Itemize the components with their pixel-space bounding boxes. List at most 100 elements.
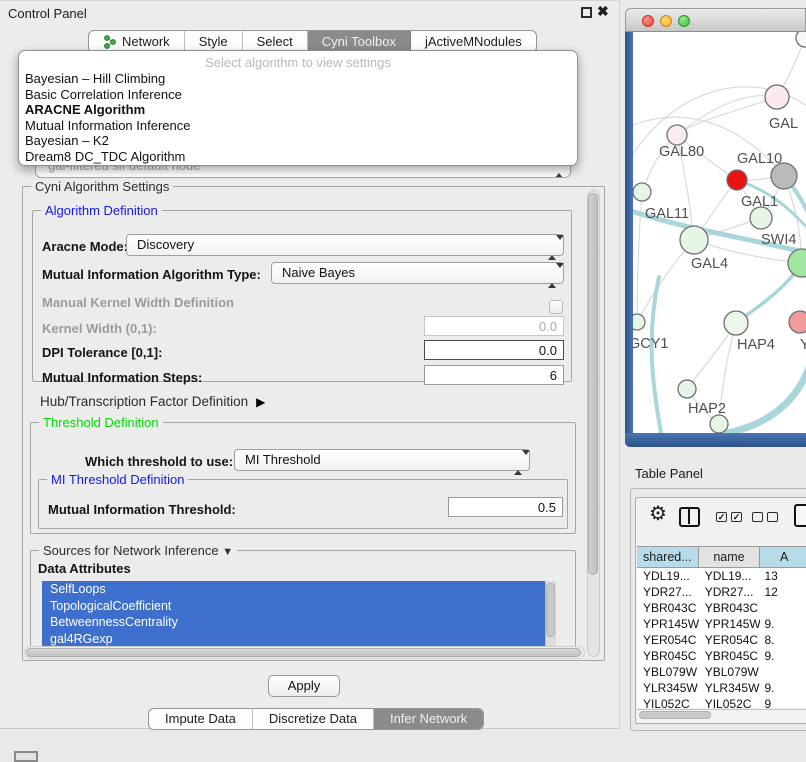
table-row[interactable]: YBR043CYBR043C bbox=[637, 600, 806, 616]
network-node[interactable] bbox=[788, 249, 806, 277]
attribute-item[interactable]: BetweennessCentrality bbox=[42, 614, 556, 631]
table-row[interactable]: YLR345WYLR345W9. bbox=[637, 680, 806, 696]
kernel-width-label: Kernel Width (0,1): bbox=[42, 321, 157, 336]
cyni-bottom-tab-bar: Impute DataDiscretize DataInfer Network bbox=[148, 708, 484, 730]
attribute-item[interactable]: SelfLoops bbox=[42, 581, 556, 598]
network-node-gal4[interactable] bbox=[680, 226, 708, 254]
manual-kernel-width-checkbox[interactable] bbox=[549, 300, 563, 314]
table-row[interactable]: YBL079WYBL079W bbox=[637, 664, 806, 680]
table-row[interactable]: YBR045CYBR045C9. bbox=[637, 648, 806, 664]
dpi-tolerance-field[interactable]: 0.0 bbox=[424, 340, 564, 360]
gear-icon[interactable]: ⚙ bbox=[649, 503, 667, 525]
table-panel: ⚙ ✓✓ shared...nameA YDL19...YDL19...13YD… bbox=[630, 488, 806, 731]
table-cell: 8. bbox=[760, 632, 806, 648]
network-icon bbox=[103, 35, 117, 49]
mac-minimize-icon[interactable] bbox=[660, 15, 672, 27]
column-header[interactable]: shared... bbox=[637, 547, 699, 567]
tab-select[interactable]: Select bbox=[243, 31, 308, 52]
column-header[interactable]: A bbox=[760, 547, 806, 567]
tab-impute-data[interactable]: Impute Data bbox=[149, 709, 253, 729]
algorithm-option[interactable]: Dream8 DC_TDC Algorithm bbox=[19, 149, 577, 165]
select-all-columns-icon[interactable]: ✓✓ bbox=[716, 512, 742, 522]
network-node-gal11[interactable] bbox=[633, 183, 651, 201]
network-node[interactable] bbox=[710, 415, 728, 433]
float-window-icon[interactable] bbox=[581, 7, 592, 18]
table-cell: 9. bbox=[760, 680, 806, 696]
tab-cyni-toolbox[interactable]: Cyni Toolbox bbox=[308, 31, 411, 52]
hub-transcription-factor-toggle[interactable]: Hub/Transcription Factor Definition▶ bbox=[40, 394, 265, 409]
function-doc-icon[interactable] bbox=[794, 504, 806, 527]
attributes-scrollbar-thumb[interactable] bbox=[546, 583, 555, 637]
settings-hscrollbar-thumb[interactable] bbox=[26, 648, 581, 657]
network-node-y[interactable] bbox=[789, 311, 806, 333]
kernel-width-field[interactable]: 0.0 bbox=[424, 316, 564, 336]
which-threshold-combo[interactable]: MI Threshold bbox=[234, 449, 530, 471]
manual-kernel-width-label: Manual Kernel Width Definition bbox=[42, 295, 234, 310]
network-node[interactable] bbox=[727, 170, 747, 190]
mi-algorithm-type-combo[interactable]: Naive Bayes bbox=[271, 262, 564, 284]
table-row[interactable]: YPR145WYPR145W9. bbox=[637, 616, 806, 632]
tab-label: Cyni Toolbox bbox=[322, 34, 396, 49]
table-row[interactable]: YIL052CYIL052C9 bbox=[637, 696, 806, 708]
dpi-tolerance-label: DPI Tolerance [0,1]: bbox=[42, 345, 162, 360]
mac-close-icon[interactable] bbox=[642, 15, 654, 27]
node-label: Y bbox=[800, 337, 806, 353]
node-label: GCY1 bbox=[633, 336, 669, 352]
tab-jactivemnodules[interactable]: jActiveMNodules bbox=[411, 31, 536, 52]
tab-infer-network[interactable]: Infer Network bbox=[374, 709, 483, 729]
network-node-gal1[interactable] bbox=[750, 207, 772, 229]
sources-group-title[interactable]: Sources for Network Inference ▼ bbox=[39, 543, 237, 558]
which-threshold-label: Which threshold to use: bbox=[85, 454, 233, 469]
table-hscrollbar-thumb[interactable] bbox=[639, 711, 711, 719]
network-node-gal[interactable] bbox=[765, 85, 789, 109]
tab-label: Select bbox=[257, 34, 293, 49]
table-row[interactable]: YDR27...YDR27...12 bbox=[637, 584, 806, 600]
tab-network[interactable]: Network bbox=[89, 31, 185, 52]
algorithm-dropdown-popup: Select algorithm to view settings Bayesi… bbox=[18, 50, 578, 166]
table-cell: YER054C bbox=[637, 632, 699, 648]
network-focus-frame bbox=[625, 433, 806, 447]
table-row[interactable]: YER054CYER054C8. bbox=[637, 632, 806, 648]
network-node-hap4[interactable] bbox=[724, 311, 748, 335]
settings-vscrollbar-thumb[interactable] bbox=[588, 193, 598, 575]
tab-discretize-data[interactable]: Discretize Data bbox=[253, 709, 374, 729]
attribute-item[interactable]: gal4RGexp bbox=[42, 631, 556, 648]
mi-steps-field[interactable]: 6 bbox=[424, 365, 564, 385]
mi-threshold-field[interactable]: 0.5 bbox=[448, 497, 563, 517]
split-columns-icon[interactable] bbox=[679, 507, 700, 527]
deselect-all-columns-icon[interactable] bbox=[752, 512, 778, 522]
network-node[interactable] bbox=[796, 32, 806, 47]
network-node-gcy1[interactable] bbox=[633, 314, 645, 330]
network-canvas[interactable]: GALGAL80GAL10GAL1GAL11GAL4SWI4GCY1HAP4YH… bbox=[633, 32, 806, 433]
table-cell: YER054C bbox=[699, 632, 761, 648]
table-cell: YLR345W bbox=[699, 680, 761, 696]
control-panel-title: Control Panel bbox=[8, 6, 87, 21]
tab-style[interactable]: Style bbox=[185, 31, 243, 52]
table-cell: YIL052C bbox=[637, 696, 699, 708]
table-cell: 9. bbox=[760, 648, 806, 664]
attribute-item[interactable]: TopologicalCoefficient bbox=[42, 598, 556, 615]
cyni-algorithm-settings-title: Cyni Algorithm Settings bbox=[31, 179, 173, 194]
table-row[interactable]: YDL19...YDL19...13 bbox=[637, 568, 806, 584]
algorithm-option[interactable]: ARACNE Algorithm bbox=[19, 102, 577, 118]
table-cell: YPR145W bbox=[699, 616, 761, 632]
data-attributes-list[interactable]: SelfLoopsTopologicalCoefficientBetweenne… bbox=[42, 581, 556, 653]
node-label: GAL10 bbox=[737, 151, 782, 167]
mac-zoom-icon[interactable] bbox=[678, 15, 690, 27]
algorithm-option[interactable]: Bayesian – Hill Climbing bbox=[19, 71, 577, 87]
network-window-titlebar[interactable] bbox=[625, 8, 806, 32]
aracne-mode-combo[interactable]: Discovery bbox=[126, 234, 564, 256]
algorithm-option[interactable]: Bayesian – K2 bbox=[19, 133, 577, 149]
threshold-definition-title: Threshold Definition bbox=[39, 415, 163, 430]
algorithm-option[interactable]: Mutual Information Inference bbox=[19, 118, 577, 134]
minimized-panel-chip[interactable] bbox=[14, 751, 38, 762]
network-node-gal80[interactable] bbox=[667, 125, 687, 145]
column-header[interactable]: name bbox=[699, 547, 761, 567]
network-focus-frame bbox=[625, 32, 633, 433]
network-node-hap2[interactable] bbox=[678, 380, 696, 398]
algorithm-option[interactable]: Basic Correlation Inference bbox=[19, 87, 577, 103]
apply-button[interactable]: Apply bbox=[268, 675, 340, 697]
table-cell: YLR345W bbox=[637, 680, 699, 696]
table-cell: YBR043C bbox=[699, 600, 761, 616]
close-icon[interactable]: ✖ bbox=[597, 3, 609, 20]
